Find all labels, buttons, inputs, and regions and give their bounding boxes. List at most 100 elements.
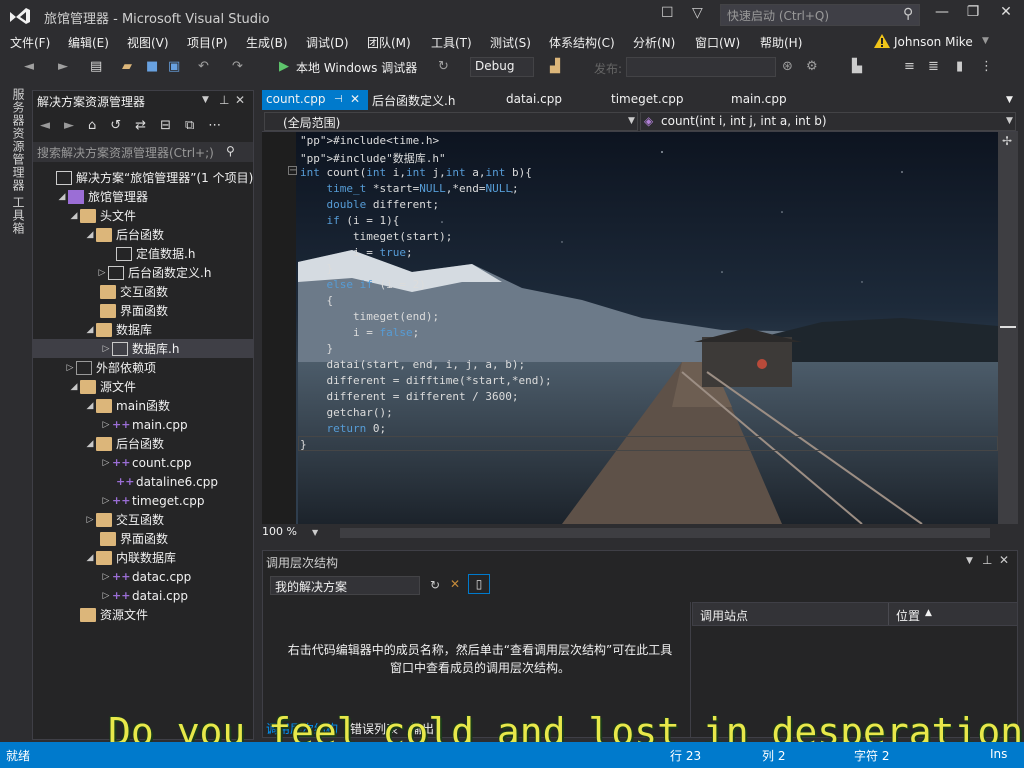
expanded-arrow-icon[interactable]: ◢ <box>84 325 96 335</box>
cancel-icon[interactable]: ✕ <box>450 577 460 591</box>
tree-item[interactable]: 解决方案“旅馆管理器”(1 个项目) <box>44 168 253 187</box>
quick-launch-input[interactable]: 快速启动 (Ctrl+Q) <box>720 4 920 26</box>
pin-tab-icon[interactable]: ⊣ <box>334 94 343 105</box>
tree-item[interactable]: 资源文件 <box>68 605 148 624</box>
sync-icon[interactable]: ⇄ <box>135 118 146 133</box>
collapsed-arrow-icon[interactable]: ▷ <box>100 344 112 354</box>
menu-debug[interactable]: 调试(D) <box>306 34 349 51</box>
member-dropdown[interactable]: count(int i, int j, int a, int b) <box>640 112 1016 131</box>
expanded-arrow-icon[interactable]: ◢ <box>84 553 96 563</box>
split-view-icon[interactable]: ✢ <box>1002 134 1012 148</box>
settings-gear-icon[interactable]: ⚙ <box>806 59 818 74</box>
column-position[interactable]: 位置 <box>896 607 920 624</box>
collapsed-arrow-icon[interactable]: ▷ <box>84 515 96 525</box>
menu-build[interactable]: 生成(B) <box>246 34 288 51</box>
panel-menu-icon[interactable]: ▼ <box>966 556 973 566</box>
tree-item[interactable]: ▷ 后台函数定义.h <box>96 263 211 282</box>
tab-list-dropdown-icon[interactable]: ▼ <box>1006 95 1013 105</box>
chevron-down-icon[interactable]: ▼ <box>628 116 635 126</box>
server-explorer-tab[interactable]: 服务器资源管理器 <box>10 88 27 192</box>
redo-icon[interactable]: ↷ <box>232 59 243 74</box>
tree-item[interactable]: ◢ 数据库 <box>84 320 152 339</box>
find-in-files-icon[interactable]: ▟ <box>550 59 560 74</box>
pin-icon[interactable]: ⊥ <box>982 553 992 567</box>
toolbar-overflow-icon[interactable]: ⋮ <box>980 59 993 74</box>
home-icon[interactable]: ⌂ <box>88 118 96 133</box>
menu-edit[interactable]: 编辑(E) <box>68 34 109 51</box>
pin-icon[interactable]: ⊥ <box>219 93 229 107</box>
browser-link-icon[interactable]: ⊛ <box>782 59 793 74</box>
tree-item[interactable]: ◢ 后台函数 <box>84 225 164 244</box>
tree-item[interactable]: ▷ 数据库.h <box>33 339 253 358</box>
save-icon[interactable]: ■ <box>146 59 158 74</box>
forward-icon[interactable]: ► <box>58 59 68 74</box>
close-icon[interactable]: ✕ <box>235 93 245 107</box>
tab-backend-functions-h[interactable]: 后台函数定义.h <box>372 92 455 109</box>
tree-item[interactable]: ◢ 旅馆管理器 <box>56 187 148 206</box>
refresh-icon[interactable]: ↻ <box>438 59 449 74</box>
tree-item[interactable]: ◢ 源文件 <box>68 377 136 396</box>
configuration-select[interactable]: Debug <box>470 57 534 77</box>
toolbox-tab[interactable]: 工具箱 <box>10 196 27 235</box>
menu-help[interactable]: 帮助(H) <box>760 34 802 51</box>
tree-item[interactable]: ▷ 交互函数 <box>84 510 164 529</box>
delete-root-icon[interactable]: ▯ <box>468 574 490 594</box>
tree-item[interactable]: ++ dataline6.cpp <box>104 472 218 491</box>
search-icon[interactable]: ⚲ <box>903 6 913 22</box>
menu-tools[interactable]: 工具(T) <box>431 34 472 51</box>
close-tab-icon[interactable]: ✕ <box>350 92 360 106</box>
tree-item[interactable]: ▷ ++ count.cpp <box>100 453 192 472</box>
tree-item[interactable]: ▷ ++ datac.cpp <box>100 567 192 586</box>
bookmark-icon[interactable]: ▮ <box>956 59 963 74</box>
feedback-icon[interactable]: ☐ <box>661 5 674 21</box>
open-file-icon[interactable]: ▰ <box>122 59 132 74</box>
tree-item[interactable]: 交互函数 <box>88 282 168 301</box>
debug-target-button[interactable]: 本地 Windows 调试器 <box>296 59 417 76</box>
uncomment-icon[interactable]: ≣ <box>928 59 939 74</box>
tree-item[interactable]: ◢ 内联数据库 <box>84 548 176 567</box>
solution-platform-icon[interactable]: ▙ <box>852 59 862 74</box>
collapsed-arrow-icon[interactable]: ▷ <box>64 363 76 373</box>
menu-file[interactable]: 文件(F) <box>10 34 50 51</box>
undo-icon[interactable]: ↶ <box>198 59 209 74</box>
expanded-arrow-icon[interactable]: ◢ <box>84 439 96 449</box>
column-divider[interactable] <box>888 603 889 625</box>
tree-item[interactable]: ▷ ++ datai.cpp <box>100 586 188 605</box>
copy-icon[interactable]: ⧉ <box>185 118 194 133</box>
menu-window[interactable]: 窗口(W) <box>695 34 740 51</box>
column-call-site[interactable]: 调用站点 <box>700 607 748 624</box>
filter-icon[interactable]: ▽ <box>692 5 703 21</box>
tree-item[interactable]: ◢ 头文件 <box>68 206 136 225</box>
back-icon[interactable]: ◄ <box>40 118 50 133</box>
forward-icon[interactable]: ► <box>64 118 74 133</box>
tab-datai-cpp[interactable]: datai.cpp <box>506 92 562 106</box>
menu-team[interactable]: 团队(M) <box>367 34 411 51</box>
collapsed-arrow-icon[interactable]: ▷ <box>100 591 112 601</box>
history-icon[interactable]: ↺ <box>110 118 121 133</box>
chevron-down-icon[interactable]: ▼ <box>982 36 989 46</box>
chevron-down-icon[interactable]: ▼ <box>1006 116 1013 126</box>
search-icon[interactable]: ⚲ <box>226 144 235 158</box>
tree-item[interactable]: 界面函数 <box>88 301 168 320</box>
collapsed-arrow-icon[interactable]: ▷ <box>100 458 112 468</box>
new-project-icon[interactable]: ▤ <box>90 59 102 74</box>
user-account[interactable]: Johnson Mike <box>894 35 973 49</box>
tree-item[interactable]: 界面函数 <box>88 529 168 548</box>
tree-item[interactable]: 定值数据.h <box>104 244 195 263</box>
publish-select[interactable] <box>626 57 776 77</box>
expanded-arrow-icon[interactable]: ◢ <box>68 382 80 392</box>
menu-analyze[interactable]: 分析(N) <box>633 34 675 51</box>
expanded-arrow-icon[interactable]: ◢ <box>84 401 96 411</box>
tree-item[interactable]: ◢ 后台函数 <box>84 434 164 453</box>
vertical-scrollbar[interactable] <box>998 132 1018 524</box>
expanded-arrow-icon[interactable]: ◢ <box>56 192 68 202</box>
menu-view[interactable]: 视图(V) <box>127 34 169 51</box>
chevron-down-icon[interactable]: ▼ <box>312 528 318 537</box>
refresh-icon[interactable]: ↻ <box>430 578 440 592</box>
tree-item[interactable]: ▷ ++ main.cpp <box>100 415 188 434</box>
menu-project[interactable]: 项目(P) <box>187 34 228 51</box>
collapsed-arrow-icon[interactable]: ▷ <box>100 420 112 430</box>
expanded-arrow-icon[interactable]: ◢ <box>84 230 96 240</box>
properties-icon[interactable]: ⋯ <box>208 118 221 133</box>
tree-item[interactable]: ▷ ++ timeget.cpp <box>100 491 205 510</box>
